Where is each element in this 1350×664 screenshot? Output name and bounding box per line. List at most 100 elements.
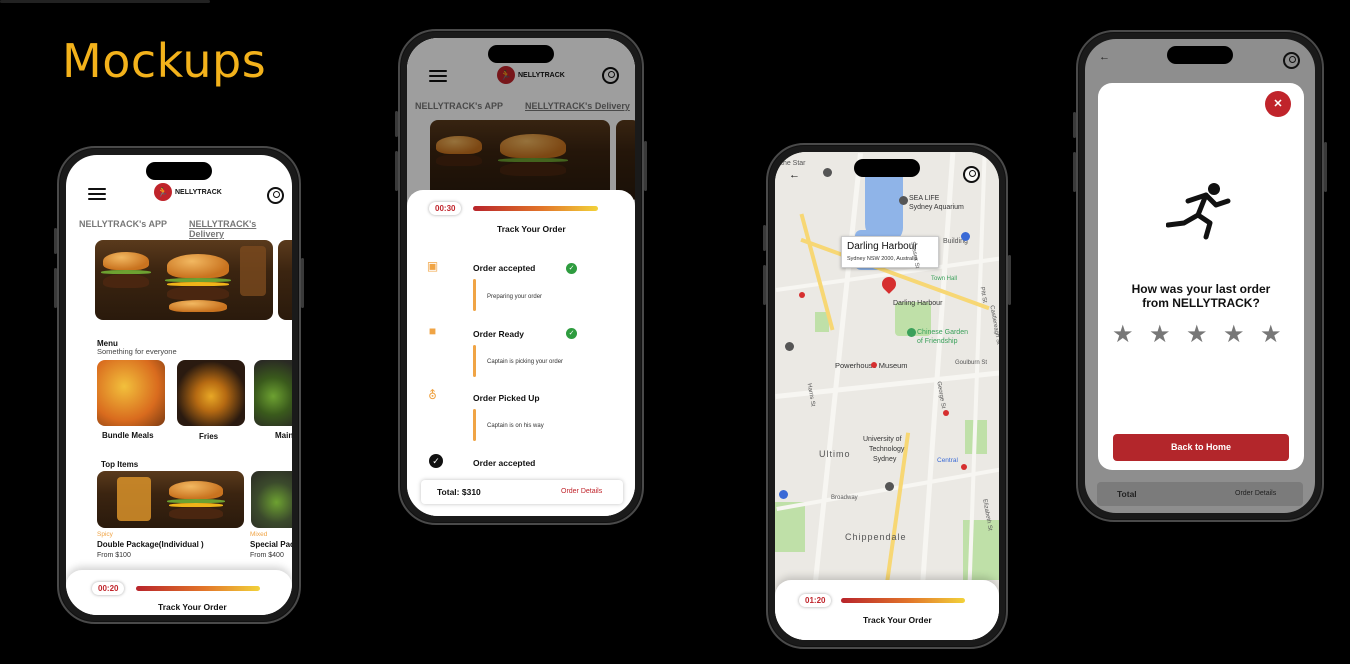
place-callout[interactable]: Darling Harbour Sydney NSW 2000, Austral… xyxy=(841,236,939,268)
hero-side-image[interactable] xyxy=(278,240,292,320)
timer-pill: 00:30 xyxy=(429,202,462,215)
step-3-title: Order Picked Up xyxy=(473,393,540,403)
map-label: Chinese Garden xyxy=(917,329,968,336)
order-total-bar[interactable]: Total: $310 Order Details xyxy=(421,480,623,504)
star-4-icon[interactable]: ★ xyxy=(1223,320,1245,349)
profile-icon[interactable] xyxy=(963,166,980,183)
place-address: Sydney NSW 2000, Australia xyxy=(847,256,918,262)
poi-marker[interactable] xyxy=(871,362,877,368)
step-1-title: Order accepted xyxy=(473,263,536,273)
road xyxy=(812,152,863,592)
back-arrow-icon[interactable]: ← xyxy=(1099,51,1110,63)
top-item-special-price: From $400 xyxy=(250,552,284,559)
map-label: of Friendship xyxy=(917,338,958,345)
poi-marker[interactable] xyxy=(785,342,794,351)
poi-marker[interactable] xyxy=(823,168,832,177)
phone-home: 🏃 NELLYTRACK NELLYTRACK's APP NELLYTRACK… xyxy=(54,146,304,624)
step-3-connector xyxy=(473,409,476,441)
menu-subtitle: Something for everyone xyxy=(97,347,177,356)
runner-icon xyxy=(1166,183,1231,240)
logo-text: NELLYTRACK xyxy=(175,188,222,196)
track-order-title: Track Your Order xyxy=(497,224,566,234)
road xyxy=(919,152,956,592)
poi-marker[interactable] xyxy=(885,482,894,491)
app-logo: 🏃 NELLYTRACK xyxy=(154,183,222,201)
map-label: Sydney xyxy=(873,456,897,463)
top-item-double-price: From $100 xyxy=(97,552,131,559)
hero-burger-image[interactable] xyxy=(95,240,273,320)
rating-question: How was your last order from NELLYTRACK? xyxy=(1131,282,1271,310)
top-decoration xyxy=(0,0,210,3)
timer-pill: 01:20 xyxy=(799,594,832,607)
map-label: Ultimo xyxy=(819,449,851,459)
map-view[interactable]: the Star SEA LIFE Sydney Aquarium Buildi… xyxy=(775,152,999,640)
menu-hamburger-icon[interactable] xyxy=(88,188,106,200)
top-item-double-name: Double Package(Individual ) xyxy=(97,540,204,549)
box-icon: ▣ xyxy=(426,259,439,273)
order-total: Total: $310 xyxy=(437,487,481,497)
phone-rating: ← ✕ How was your last order from NELLYTR… xyxy=(1073,30,1327,522)
tab-app[interactable]: NELLYTRACK's APP xyxy=(79,219,167,229)
progress-bar xyxy=(841,598,965,603)
dynamic-island xyxy=(146,162,212,180)
map-screen: the Star SEA LIFE Sydney Aquarium Buildi… xyxy=(775,152,999,640)
menu-item-bundle-image[interactable] xyxy=(97,360,165,426)
phone-map: the Star SEA LIFE Sydney Aquarium Buildi… xyxy=(763,143,1011,649)
home-screen: 🏃 NELLYTRACK NELLYTRACK's APP NELLYTRACK… xyxy=(66,155,292,615)
step-2-detail: Captain is picking your order xyxy=(487,359,564,365)
star-5-icon[interactable]: ★ xyxy=(1260,320,1282,349)
close-icon[interactable]: ✕ xyxy=(1265,91,1291,117)
map-label: Sydney Aquarium xyxy=(909,204,964,211)
map-label: University of xyxy=(863,436,902,443)
footer-bar: Total Order Details xyxy=(1097,482,1303,506)
tracking-screen: 🏃 NELLYTRACK NELLYTRACK's APP NELLYTRACK… xyxy=(407,38,635,516)
step-4-title: Order accepted xyxy=(473,458,536,468)
map-label: SEA LIFE xyxy=(909,195,940,202)
dynamic-island xyxy=(488,45,554,63)
footer-total: Total xyxy=(1117,489,1137,499)
step-3-detail: Captain is on his way xyxy=(487,423,544,429)
place-name: Darling Harbour xyxy=(847,241,918,252)
progress-bar xyxy=(136,586,260,591)
poi-marker[interactable] xyxy=(899,196,908,205)
poi-marker[interactable] xyxy=(907,328,916,337)
track-order-label: Track Your Order xyxy=(158,602,227,612)
step-1-check-icon: ✓ xyxy=(566,263,577,274)
poi-marker[interactable] xyxy=(779,490,788,499)
map-label: Darling Harbour xyxy=(893,300,943,307)
map-label: Technology xyxy=(869,446,905,453)
profile-icon[interactable] xyxy=(267,187,284,204)
slide-title: Mockups xyxy=(62,34,267,88)
step-2-check-icon: ✓ xyxy=(566,328,577,339)
menu-item-fries-image[interactable] xyxy=(177,360,245,426)
bag-icon: ■ xyxy=(428,324,437,338)
menu-item-bundle-label: Bundle Meals xyxy=(102,431,154,440)
map-label: Town Hall xyxy=(931,276,958,282)
map-label: the Star xyxy=(781,160,806,167)
poi-marker[interactable] xyxy=(961,464,967,470)
profile-icon[interactable] xyxy=(1283,52,1300,69)
map-label: Central xyxy=(937,457,958,464)
step-1-connector xyxy=(473,279,476,311)
menu-item-mains-label: Mains xyxy=(275,431,292,440)
tab-delivery[interactable]: NELLYTRACK's Delivery xyxy=(189,219,292,239)
poi-marker[interactable] xyxy=(799,292,805,298)
track-order-sheet[interactable]: 00:20 Track Your Order xyxy=(66,570,292,615)
top-item-special-image[interactable] xyxy=(251,471,292,528)
order-details-link[interactable]: Order Details xyxy=(561,488,602,495)
back-arrow-icon[interactable]: ← xyxy=(789,169,800,181)
star-1-icon[interactable]: ★ xyxy=(1112,320,1134,349)
tracking-sheet: 00:30 Track Your Order ▣ Order accepted … xyxy=(407,190,635,516)
top-item-double-image[interactable] xyxy=(97,471,244,528)
poi-marker[interactable] xyxy=(961,232,970,241)
track-order-sheet[interactable]: 01:20 Track Your Order xyxy=(775,580,999,640)
back-to-home-button[interactable]: Back to Home xyxy=(1113,434,1289,461)
menu-item-fries-label: Fries xyxy=(199,432,219,441)
star-3-icon[interactable]: ★ xyxy=(1186,320,1208,349)
menu-item-mains-image[interactable] xyxy=(254,360,292,426)
top-item-double-tag: Spicy xyxy=(97,531,113,538)
star-2-icon[interactable]: ★ xyxy=(1149,320,1171,349)
footer-order-details[interactable]: Order Details xyxy=(1235,490,1276,497)
poi-marker[interactable] xyxy=(943,410,949,416)
rating-modal: ✕ How was your last order from NELLYTRAC… xyxy=(1098,83,1304,470)
